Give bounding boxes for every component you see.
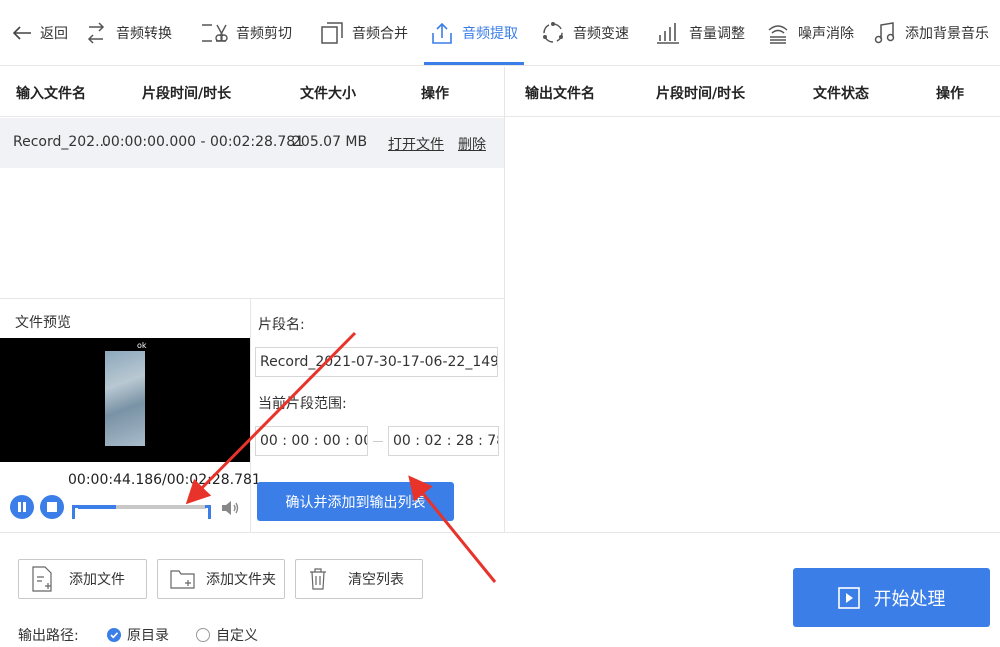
start-processing-button[interactable]: 开始处理 [793, 568, 990, 627]
progress-fill [78, 505, 117, 509]
clear-list-button[interactable]: 清空列表 [295, 559, 423, 599]
progress-track[interactable] [78, 505, 206, 509]
add-folder-button[interactable]: 添加文件夹 [157, 559, 285, 599]
column-header: 文件状态 [813, 86, 869, 102]
tab-label: 音频合并 [352, 26, 408, 42]
add-folder-icon [170, 570, 195, 589]
play-icon [837, 586, 860, 609]
arrow-left-icon [12, 26, 31, 40]
speed-icon [543, 22, 563, 43]
divider [0, 532, 1000, 533]
trash-icon [310, 568, 326, 590]
column-header: 输出文件名 [525, 86, 595, 102]
stop-button[interactable] [40, 495, 64, 519]
radio-checked-icon [107, 628, 121, 642]
file-size-cell: 205.07 MB [292, 134, 368, 150]
tab-label: 音频转换 [116, 26, 172, 42]
tab-noise-removal[interactable]: 噪声消除 [766, 0, 854, 66]
table-row[interactable]: Record_202... 00:00:00.000 - 00:02:28.78… [0, 118, 504, 168]
segment-name-label: 片段名: [258, 317, 305, 333]
tab-audio-cut[interactable]: 音频剪切 [200, 0, 292, 66]
noise-wave-icon [768, 25, 788, 44]
duration-cell: 00:00:00.000 - 00:02:28.781 [102, 134, 305, 150]
video-preview[interactable]: ok [0, 338, 250, 462]
start-time-input[interactable]: 00 : 00 : 00 : 000 [255, 426, 368, 456]
range-end-handle[interactable] [205, 505, 211, 519]
clear-list-label: 清空列表 [348, 572, 404, 588]
merge-icon [321, 22, 343, 44]
divider [250, 298, 251, 532]
confirm-add-button[interactable]: 确认并添加到输出列表 [257, 482, 454, 521]
end-time-input[interactable]: 00 : 02 : 28 : 781 [388, 426, 499, 456]
scissors-icon [202, 24, 228, 42]
tab-volume-adjust[interactable]: 音量调整 [655, 0, 745, 66]
tab-label: 音频提取 [462, 26, 518, 42]
pause-button[interactable] [10, 495, 34, 519]
input-table-header: 输入文件名 片段时间/时长 文件大小 操作 [0, 67, 504, 117]
radio-custom-label: 自定义 [216, 628, 258, 644]
radio-unchecked-icon [196, 628, 210, 642]
column-header: 操作 [421, 86, 449, 102]
output-panel: 输出文件名 片段时间/时长 文件状态 操作 [505, 67, 1000, 532]
video-overlay-text: ok [137, 341, 147, 350]
tab-add-bgm[interactable]: 添加背景音乐 [873, 0, 989, 66]
segment-name-input[interactable]: Record_2021-07-30-17-06-22_14900 [255, 347, 498, 377]
volume-bars-icon [657, 23, 679, 44]
preview-title: 文件预览 [15, 315, 71, 331]
start-processing-label: 开始处理 [873, 588, 946, 610]
open-file-link[interactable]: 打开文件 [388, 134, 444, 154]
extract-upload-icon [432, 22, 452, 44]
tab-label: 添加背景音乐 [905, 26, 989, 42]
column-header: 文件大小 [300, 86, 356, 102]
divider [0, 298, 504, 299]
back-label: 返回 [40, 26, 68, 42]
playback-time: 00:00:44.186/00:02:28.781 [68, 472, 261, 488]
file-name-cell: Record_202... [13, 134, 109, 150]
confirm-add-label: 确认并添加到输出列表 [285, 494, 426, 511]
add-file-icon [32, 566, 52, 592]
output-list[interactable] [505, 118, 1000, 532]
output-table-header: 输出文件名 片段时间/时长 文件状态 操作 [505, 67, 1000, 117]
column-header: 片段时间/时长 [142, 86, 232, 102]
add-file-label: 添加文件 [69, 572, 125, 588]
radio-original-dir[interactable]: 原目录 [107, 625, 169, 645]
tab-audio-convert[interactable]: 音频转换 [84, 0, 172, 66]
convert-arrows-icon [87, 22, 105, 44]
tab-label: 音量调整 [689, 26, 745, 42]
volume-icon[interactable] [220, 499, 240, 517]
delete-link[interactable]: 删除 [458, 134, 486, 154]
music-note-icon [874, 22, 895, 44]
radio-original-label: 原目录 [127, 628, 169, 644]
tab-label: 音频剪切 [236, 26, 292, 42]
stop-icon [47, 502, 57, 512]
pause-icon [18, 502, 26, 512]
tab-label: 噪声消除 [798, 26, 854, 42]
segment-range-label: 当前片段范围: [258, 396, 347, 412]
tab-audio-speed[interactable]: 音频变速 [541, 0, 629, 66]
tab-label: 音频变速 [573, 26, 629, 42]
radio-custom-dir[interactable]: 自定义 [196, 625, 258, 645]
range-separator [373, 441, 383, 442]
video-frame [105, 351, 145, 446]
output-path-label: 输出路径: [18, 628, 79, 644]
back-button[interactable]: 返回 [12, 0, 68, 66]
top-toolbar: 返回 音频转换 音频剪切 音频合并 音频提取 音频变速 音量调整 噪声消除 添加… [0, 0, 1000, 66]
add-folder-label: 添加文件夹 [206, 572, 276, 588]
add-file-button[interactable]: 添加文件 [18, 559, 147, 599]
input-panel: 输入文件名 片段时间/时长 文件大小 操作 Record_202... 00:0… [0, 67, 505, 532]
column-header: 操作 [936, 86, 964, 102]
tab-audio-extract[interactable]: 音频提取 [424, 0, 524, 66]
column-header: 片段时间/时长 [656, 86, 746, 102]
column-header: 输入文件名 [16, 86, 86, 102]
tab-audio-merge[interactable]: 音频合并 [320, 0, 408, 66]
